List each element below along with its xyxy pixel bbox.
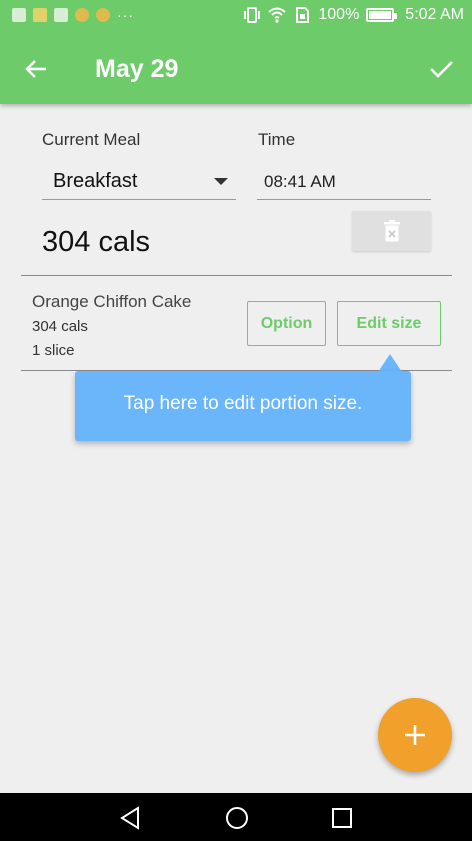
clock: 5:02 AM	[405, 6, 464, 23]
photos-icon	[33, 8, 47, 22]
vibrate-icon	[244, 7, 261, 23]
meal-dropdown[interactable]: Breakfast	[42, 162, 236, 200]
tooltip-text: Tap here to edit portion size.	[123, 393, 363, 414]
back-triangle-icon[interactable]	[118, 805, 144, 831]
system-icons: 100% 5:02 AM	[243, 6, 464, 24]
arrow-left-icon[interactable]	[22, 54, 52, 84]
navigation-bar	[0, 793, 472, 841]
overflow-indicator: ···	[117, 7, 134, 23]
divider	[21, 275, 452, 276]
page-title: May 29	[95, 55, 179, 83]
total-calories: 304 cals	[42, 226, 151, 258]
recents-square-icon[interactable]	[329, 805, 355, 831]
home-circle-icon[interactable]	[224, 805, 250, 831]
food-portion: 1 slice	[32, 342, 75, 359]
time-value: 08:41 AM	[264, 172, 336, 191]
notification-icon	[12, 8, 26, 22]
add-food-button[interactable]	[378, 698, 452, 772]
option-button[interactable]: Option	[247, 301, 326, 346]
time-field[interactable]: 08:41 AM	[257, 162, 431, 200]
wifi-icon	[268, 7, 287, 23]
meal-value: Breakfast	[53, 170, 138, 192]
notification-icons: ···	[12, 8, 134, 22]
sim-icon	[296, 7, 310, 23]
battery-icon	[366, 8, 398, 22]
status-bar: ··· 100% 5:02 AM	[0, 0, 472, 32]
app-bar: ··· 100% 5:02 AM May 29	[0, 0, 472, 104]
plus-icon	[405, 725, 425, 745]
time-label: Time	[258, 130, 296, 149]
battery-percent: 100%	[318, 6, 360, 23]
caret-down-icon	[214, 178, 228, 185]
edit-size-button[interactable]: Edit size	[337, 301, 441, 346]
tooltip[interactable]: Tap here to edit portion size.	[75, 371, 411, 441]
delete-meal-button[interactable]	[352, 211, 431, 251]
food-name: Orange Chiffon Cake	[32, 292, 192, 311]
chrome-icon	[75, 8, 89, 22]
notification-icon	[54, 8, 68, 22]
chrome-icon	[96, 8, 110, 22]
check-icon[interactable]	[426, 54, 456, 84]
current-meal-label: Current Meal	[42, 130, 141, 149]
trash-icon	[384, 220, 400, 242]
food-calories: 304 cals	[32, 318, 88, 335]
